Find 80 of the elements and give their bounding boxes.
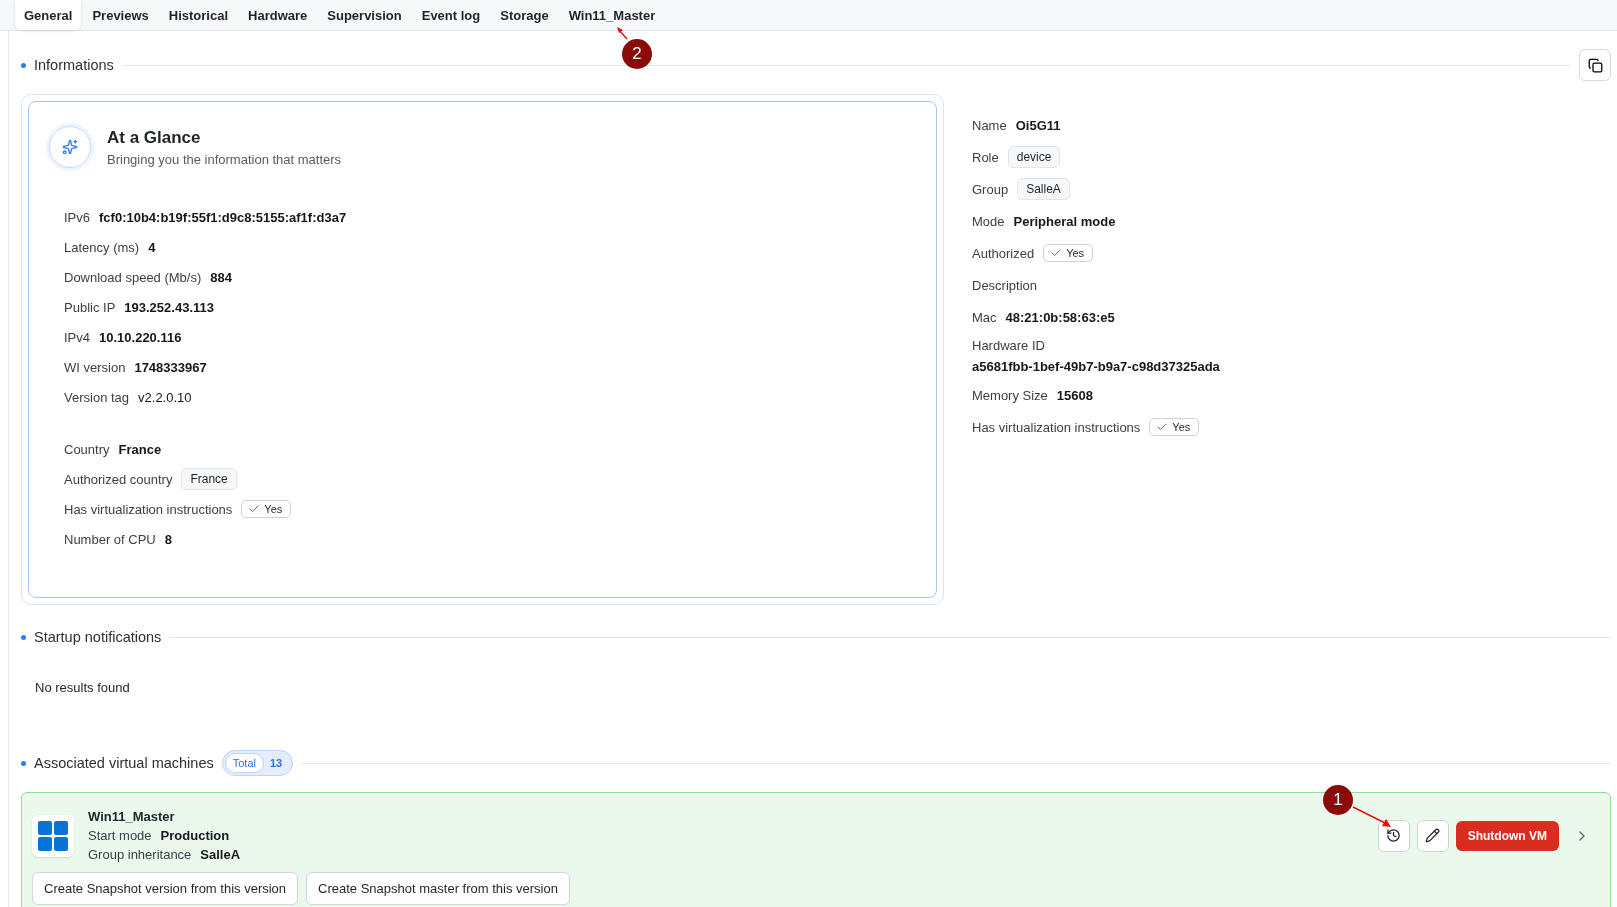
field-label: Authorized country [64,471,173,487]
yes-tag: Yes [1149,418,1200,436]
field-label: Mac [972,309,997,325]
field-label: Version tag [64,389,130,405]
copy-icon [1587,57,1603,73]
tab[interactable]: Previews [83,0,158,30]
field-label: Start mode [88,827,152,843]
edit-button[interactable] [1416,819,1449,852]
field-value: Peripheral mode [1013,213,1116,229]
pencil-icon [1425,828,1441,843]
field-value: Production [160,827,230,843]
field-label: Download speed (Mb/s) [64,269,202,285]
field-label: Group inheritance [88,846,192,862]
value-tag: SalleA [1017,178,1070,200]
annotation-arrow [1352,806,1392,828]
yes-tag: Yes [1043,244,1094,262]
field-value: v2.2.0.10 [138,389,192,405]
tab[interactable]: Hardware [239,0,317,30]
tab[interactable]: General [15,0,82,30]
history-button[interactable] [1377,819,1410,852]
snapshot-button[interactable]: Create Snapshot master from this version [306,872,570,905]
value-tag: device [1007,146,1061,168]
field-label: Hardware ID [972,338,1046,353]
field-label: Public IP [64,299,116,315]
check-icon [1156,421,1169,433]
field-label: Number of CPU [64,531,156,547]
field-label: Latency (ms) [64,239,140,255]
annotation-marker: 2 [622,39,652,69]
field-label: Mode [972,213,1005,229]
field-value: 193.252.43.113 [124,299,214,315]
field-label: Has virtualization instructions [64,501,233,517]
field-label: Authorized [972,245,1035,261]
tab[interactable]: Storage [491,0,558,30]
field-value: fcf0:10b4:b19f:55f1:d9c8:5155:af1f:d3a7 [99,209,347,225]
windows-logo-icon [32,814,74,857]
section-title: Informations [34,57,114,73]
card-title: At a Glance [107,127,202,148]
field-value: Oi5G11 [1015,117,1061,133]
tab[interactable]: Event log [412,0,490,30]
field-value: 1748333967 [134,359,207,375]
tab[interactable]: Win11_Master [559,0,665,30]
field-label: Has virtualization instructions [972,419,1141,435]
yes-tag: Yes [241,500,292,518]
field-value: 884 [210,269,232,285]
tab[interactable]: Historical [159,0,238,30]
value-tag: France [181,468,237,490]
field-value: 15608 [1056,387,1093,403]
section-title: Startup notifications [34,629,162,645]
section-title: Associated virtual machines [34,755,214,771]
field-value: SalleA [200,846,241,862]
field-label: Name [972,117,1007,133]
field-value: 10.10.220.116 [99,329,182,345]
check-icon [248,503,261,515]
copy-button[interactable] [1579,49,1611,81]
field-value: 4 [148,239,156,255]
annotation-arrow [616,26,628,40]
field-label: Role [972,149,999,165]
total-label: Total [224,753,264,773]
field-label: Memory Size [972,387,1048,403]
vm-name: Win11_Master [88,809,176,824]
empty-message: No results found [34,679,131,697]
field-label: WI version [64,359,126,375]
field-value: a5681fbb-1bef-49b7-b9a7-c98d37325ada [972,359,1221,374]
field-value: 48:21:0b:58:63:e5 [1005,309,1115,325]
card-subtitle: Bringing you the information that matters [107,151,342,167]
shutdown-button[interactable]: Shutdown VM [1455,820,1559,851]
field-value: France [118,441,162,457]
field-label: Group [972,181,1009,197]
field-label: Country [64,441,110,457]
sparkles-icon [49,126,91,168]
field-label: IPv4 [64,329,90,345]
snapshot-button[interactable]: Create Snapshot version from this version [32,872,299,905]
annotation-marker: 1 [1323,785,1353,815]
total-count: 13 [270,757,284,769]
clock-icon [1386,828,1402,843]
tab[interactable]: Supervision [318,0,411,30]
check-icon [1050,247,1063,259]
field-label: Description [972,277,1038,293]
field-label: IPv6 [64,209,90,225]
field-value: 8 [164,531,172,547]
